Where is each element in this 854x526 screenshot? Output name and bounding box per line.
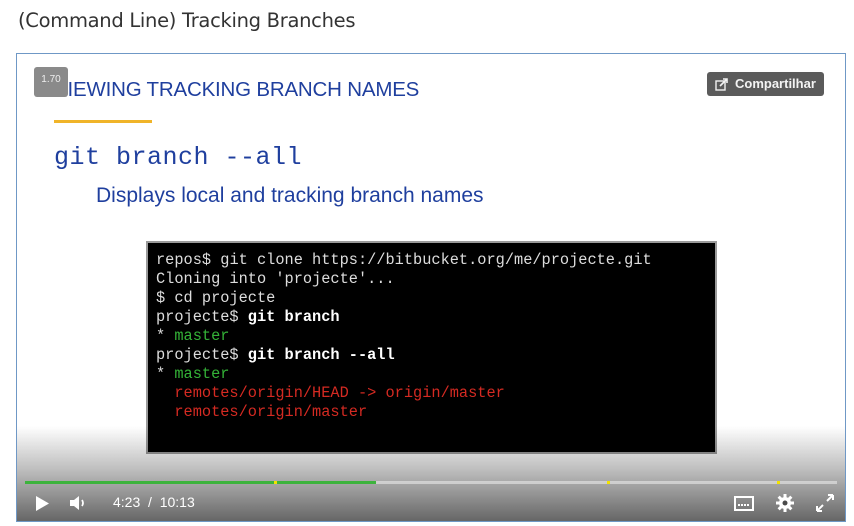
terminal-line: projecte$ git branch bbox=[156, 308, 707, 327]
slide-command: git branch --all bbox=[54, 143, 303, 172]
play-icon bbox=[36, 495, 49, 511]
fullscreen-icon bbox=[816, 494, 834, 512]
chapter-marker[interactable] bbox=[274, 481, 278, 484]
page-title: (Command Line) Tracking Branches bbox=[18, 9, 356, 32]
share-label: Compartilhar bbox=[735, 76, 816, 91]
chapter-marker[interactable] bbox=[776, 481, 780, 484]
fullscreen-button[interactable] bbox=[814, 490, 836, 516]
terminal-command: git branch --all bbox=[247, 346, 395, 364]
terminal-command: cd projecte bbox=[174, 289, 276, 307]
video-player[interactable]: VIEWING TRACKING BRANCH NAMES 1.70 git b… bbox=[16, 53, 846, 522]
terminal-command: git clone https://bitbucket.org/me/proje… bbox=[220, 251, 652, 269]
heading-underline bbox=[54, 120, 152, 123]
terminal-output: Cloning into 'projecte'... bbox=[156, 270, 395, 288]
terminal-screenshot: repos$ git clone https://bitbucket.org/m… bbox=[146, 241, 717, 454]
progress-fill bbox=[25, 481, 376, 484]
terminal-prompt: projecte$ bbox=[156, 346, 248, 364]
play-button[interactable] bbox=[31, 490, 53, 516]
terminal-prompt: $ bbox=[156, 289, 175, 307]
terminal-current-branch: master bbox=[174, 365, 230, 383]
terminal-line: $ cd projecte bbox=[156, 289, 707, 308]
terminal-line: repos$ git clone https://bitbucket.org/m… bbox=[156, 251, 707, 270]
volume-button[interactable] bbox=[67, 490, 91, 516]
terminal-current-marker: * bbox=[156, 365, 175, 383]
volume-icon bbox=[70, 496, 84, 510]
terminal-line: remotes/origin/master bbox=[156, 403, 707, 422]
terminal-current-branch: master bbox=[174, 327, 230, 345]
settings-button[interactable] bbox=[774, 490, 796, 516]
terminal-command: git branch bbox=[247, 308, 340, 326]
time-display: 4:23 / 10:13 bbox=[113, 494, 195, 510]
terminal-prompt: repos$ bbox=[156, 251, 221, 269]
gear-icon bbox=[776, 494, 794, 512]
slide-heading: VIEWING TRACKING BRANCH NAMES bbox=[54, 78, 420, 101]
terminal-line: * master bbox=[156, 365, 707, 384]
current-time: 4:23 bbox=[113, 494, 141, 510]
progress-bar[interactable] bbox=[25, 481, 837, 484]
terminal-current-marker: * bbox=[156, 327, 175, 345]
terminal-remote-branch: remotes/origin/HEAD -> origin/master bbox=[156, 384, 505, 402]
control-bar: 4:23 / 10:13 bbox=[17, 490, 845, 516]
captions-icon bbox=[734, 495, 754, 511]
terminal-line: Cloning into 'projecte'... bbox=[156, 270, 707, 289]
terminal-line: projecte$ git branch --all bbox=[156, 346, 707, 365]
share-icon bbox=[715, 77, 728, 91]
terminal-remote-branch: remotes/origin/master bbox=[156, 403, 368, 421]
time-separator: / bbox=[148, 494, 152, 510]
captions-button[interactable] bbox=[733, 490, 755, 516]
duration: 10:13 bbox=[159, 494, 195, 510]
slide-description: Displays local and tracking branch names bbox=[96, 184, 484, 207]
playback-speed-badge[interactable]: 1.70 bbox=[34, 67, 68, 97]
terminal-line: * master bbox=[156, 327, 707, 346]
terminal-prompt: projecte$ bbox=[156, 308, 248, 326]
share-button[interactable]: Compartilhar bbox=[707, 72, 824, 96]
chapter-marker[interactable] bbox=[607, 481, 611, 484]
terminal-line: remotes/origin/HEAD -> origin/master bbox=[156, 384, 707, 403]
